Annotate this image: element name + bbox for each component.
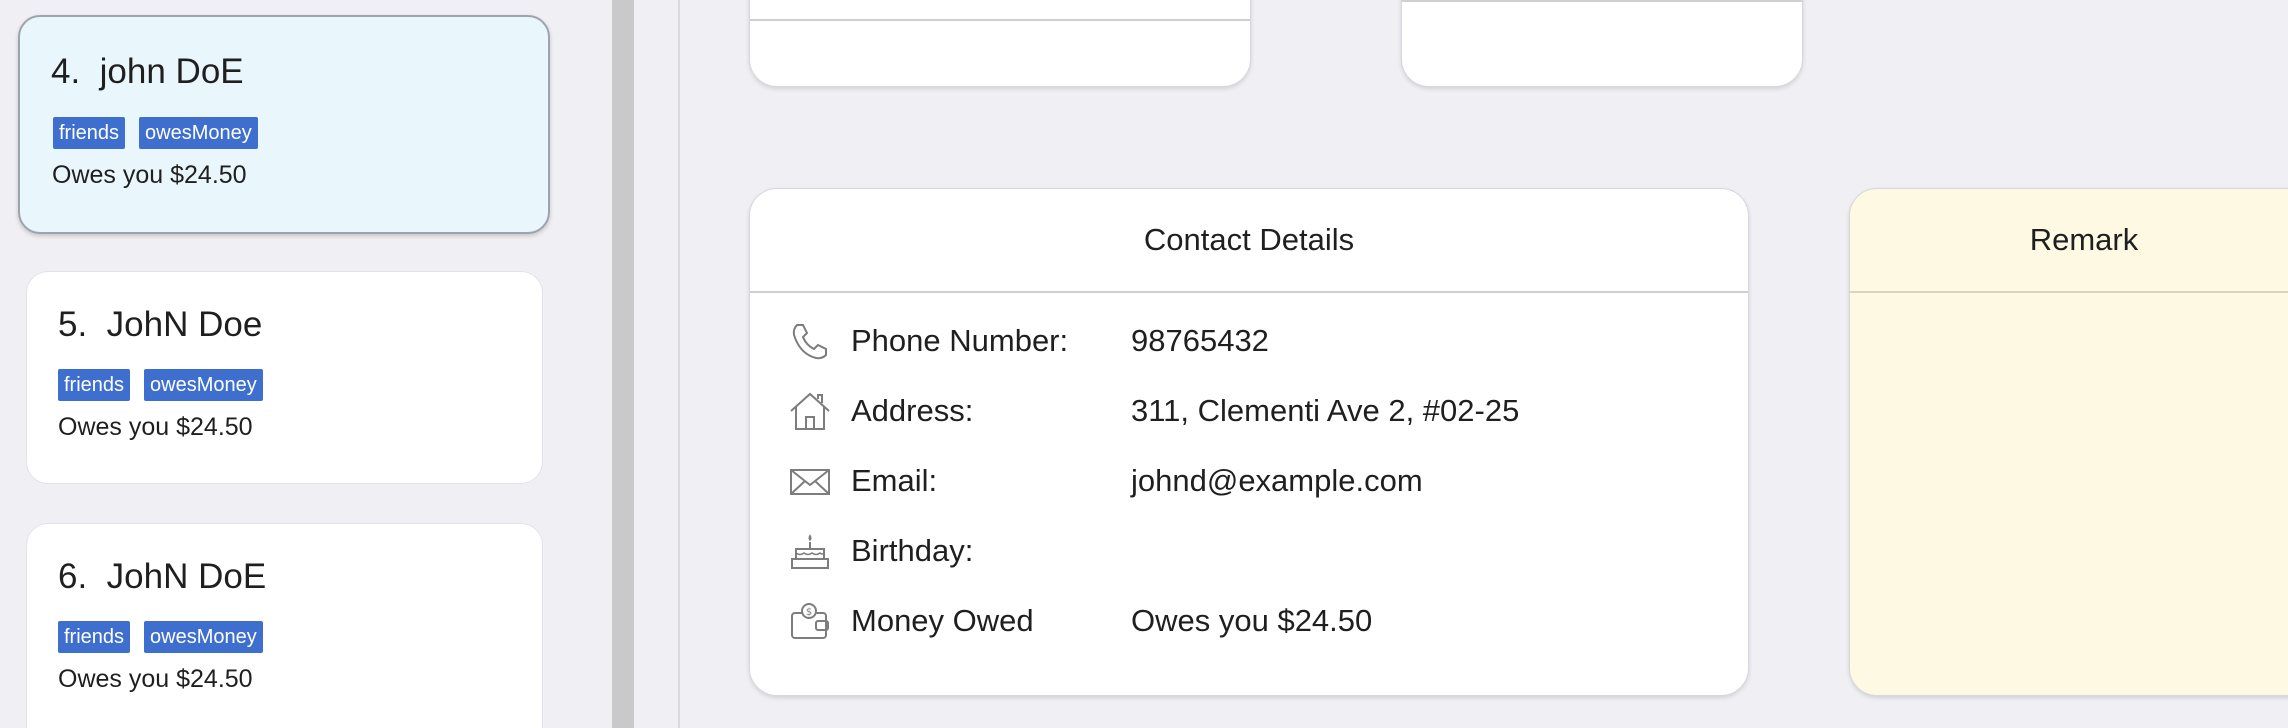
money-owed-value: Owes you $24.50 [1131, 603, 1373, 638]
owes-amount: Owes you $24.50 [58, 665, 253, 693]
detail-row-birthday: Birthday: [750, 523, 1748, 579]
split-pane-divider[interactable] [612, 0, 634, 728]
panel-border [678, 0, 680, 728]
remark-panel: Remark [1849, 188, 2288, 696]
contact-card-4[interactable]: 4. john DoE friends owesMoney Owes you $… [18, 15, 550, 234]
app-window: 4. john DoE friends owesMoney Owes you $… [0, 0, 2288, 728]
tag-list: friends owesMoney [58, 369, 263, 401]
owes-amount: Owes you $24.50 [52, 161, 247, 189]
address-value: 311, Clementi Ave 2, #02-25 [1131, 393, 1520, 428]
tag-owesmoney: owesMoney [144, 621, 263, 653]
upper-panel-left [749, 0, 1251, 87]
contact-card-title: 4. john DoE [51, 52, 244, 91]
detail-row-phone: Phone Number: 98765432 [750, 313, 1748, 369]
contact-list[interactable]: 4. john DoE friends owesMoney Owes you $… [0, 0, 612, 728]
tag-owesmoney: owesMoney [144, 369, 263, 401]
phone-icon [792, 324, 827, 360]
birthday-label: Birthday: [851, 533, 974, 568]
upper-panel-right [1401, 0, 1803, 87]
tag-list: friends owesMoney [53, 117, 258, 149]
tag-friends: friends [58, 621, 131, 653]
money-owed-label: Money Owed [851, 603, 1034, 638]
cake-icon [791, 534, 829, 569]
remark-title: Remark [1850, 189, 2288, 293]
contact-card-title: 6. JohN DoE [58, 557, 267, 596]
phone-value: 98765432 [1131, 323, 1269, 358]
contact-card-title: 5. JohN Doe [58, 305, 263, 344]
tag-owesmoney: owesMoney [139, 117, 258, 149]
contact-card-5[interactable]: 5. JohN Doe friends owesMoney Owes you $… [26, 271, 543, 484]
tag-list: friends owesMoney [58, 621, 263, 653]
owes-amount: Owes you $24.50 [58, 413, 253, 441]
email-value: johnd@example.com [1131, 463, 1423, 498]
tag-friends: friends [53, 117, 126, 149]
address-label: Address: [851, 393, 974, 428]
detail-row-money-owed: $ Money Owed Owes you $24.50 [750, 593, 1748, 649]
panel-divider [1402, 0, 1802, 2]
contact-details-title: Contact Details [750, 189, 1748, 293]
envelope-icon [790, 469, 830, 495]
contact-details-panel: Contact Details Phone Number: 98765432 A… [749, 188, 1749, 696]
panel-divider [750, 19, 1250, 21]
email-label: Email: [851, 463, 938, 498]
phone-label: Phone Number: [851, 323, 1069, 358]
detail-row-email: Email: johnd@example.com [750, 453, 1748, 509]
detail-row-address: Address: 311, Clementi Ave 2, #02-25 [750, 383, 1748, 439]
house-icon [790, 392, 830, 430]
svg-text:$: $ [806, 607, 812, 618]
wallet-icon: $ [791, 603, 829, 639]
contact-card-6[interactable]: 6. JohN DoE friends owesMoney Owes you $… [26, 523, 543, 728]
tag-friends: friends [58, 369, 131, 401]
